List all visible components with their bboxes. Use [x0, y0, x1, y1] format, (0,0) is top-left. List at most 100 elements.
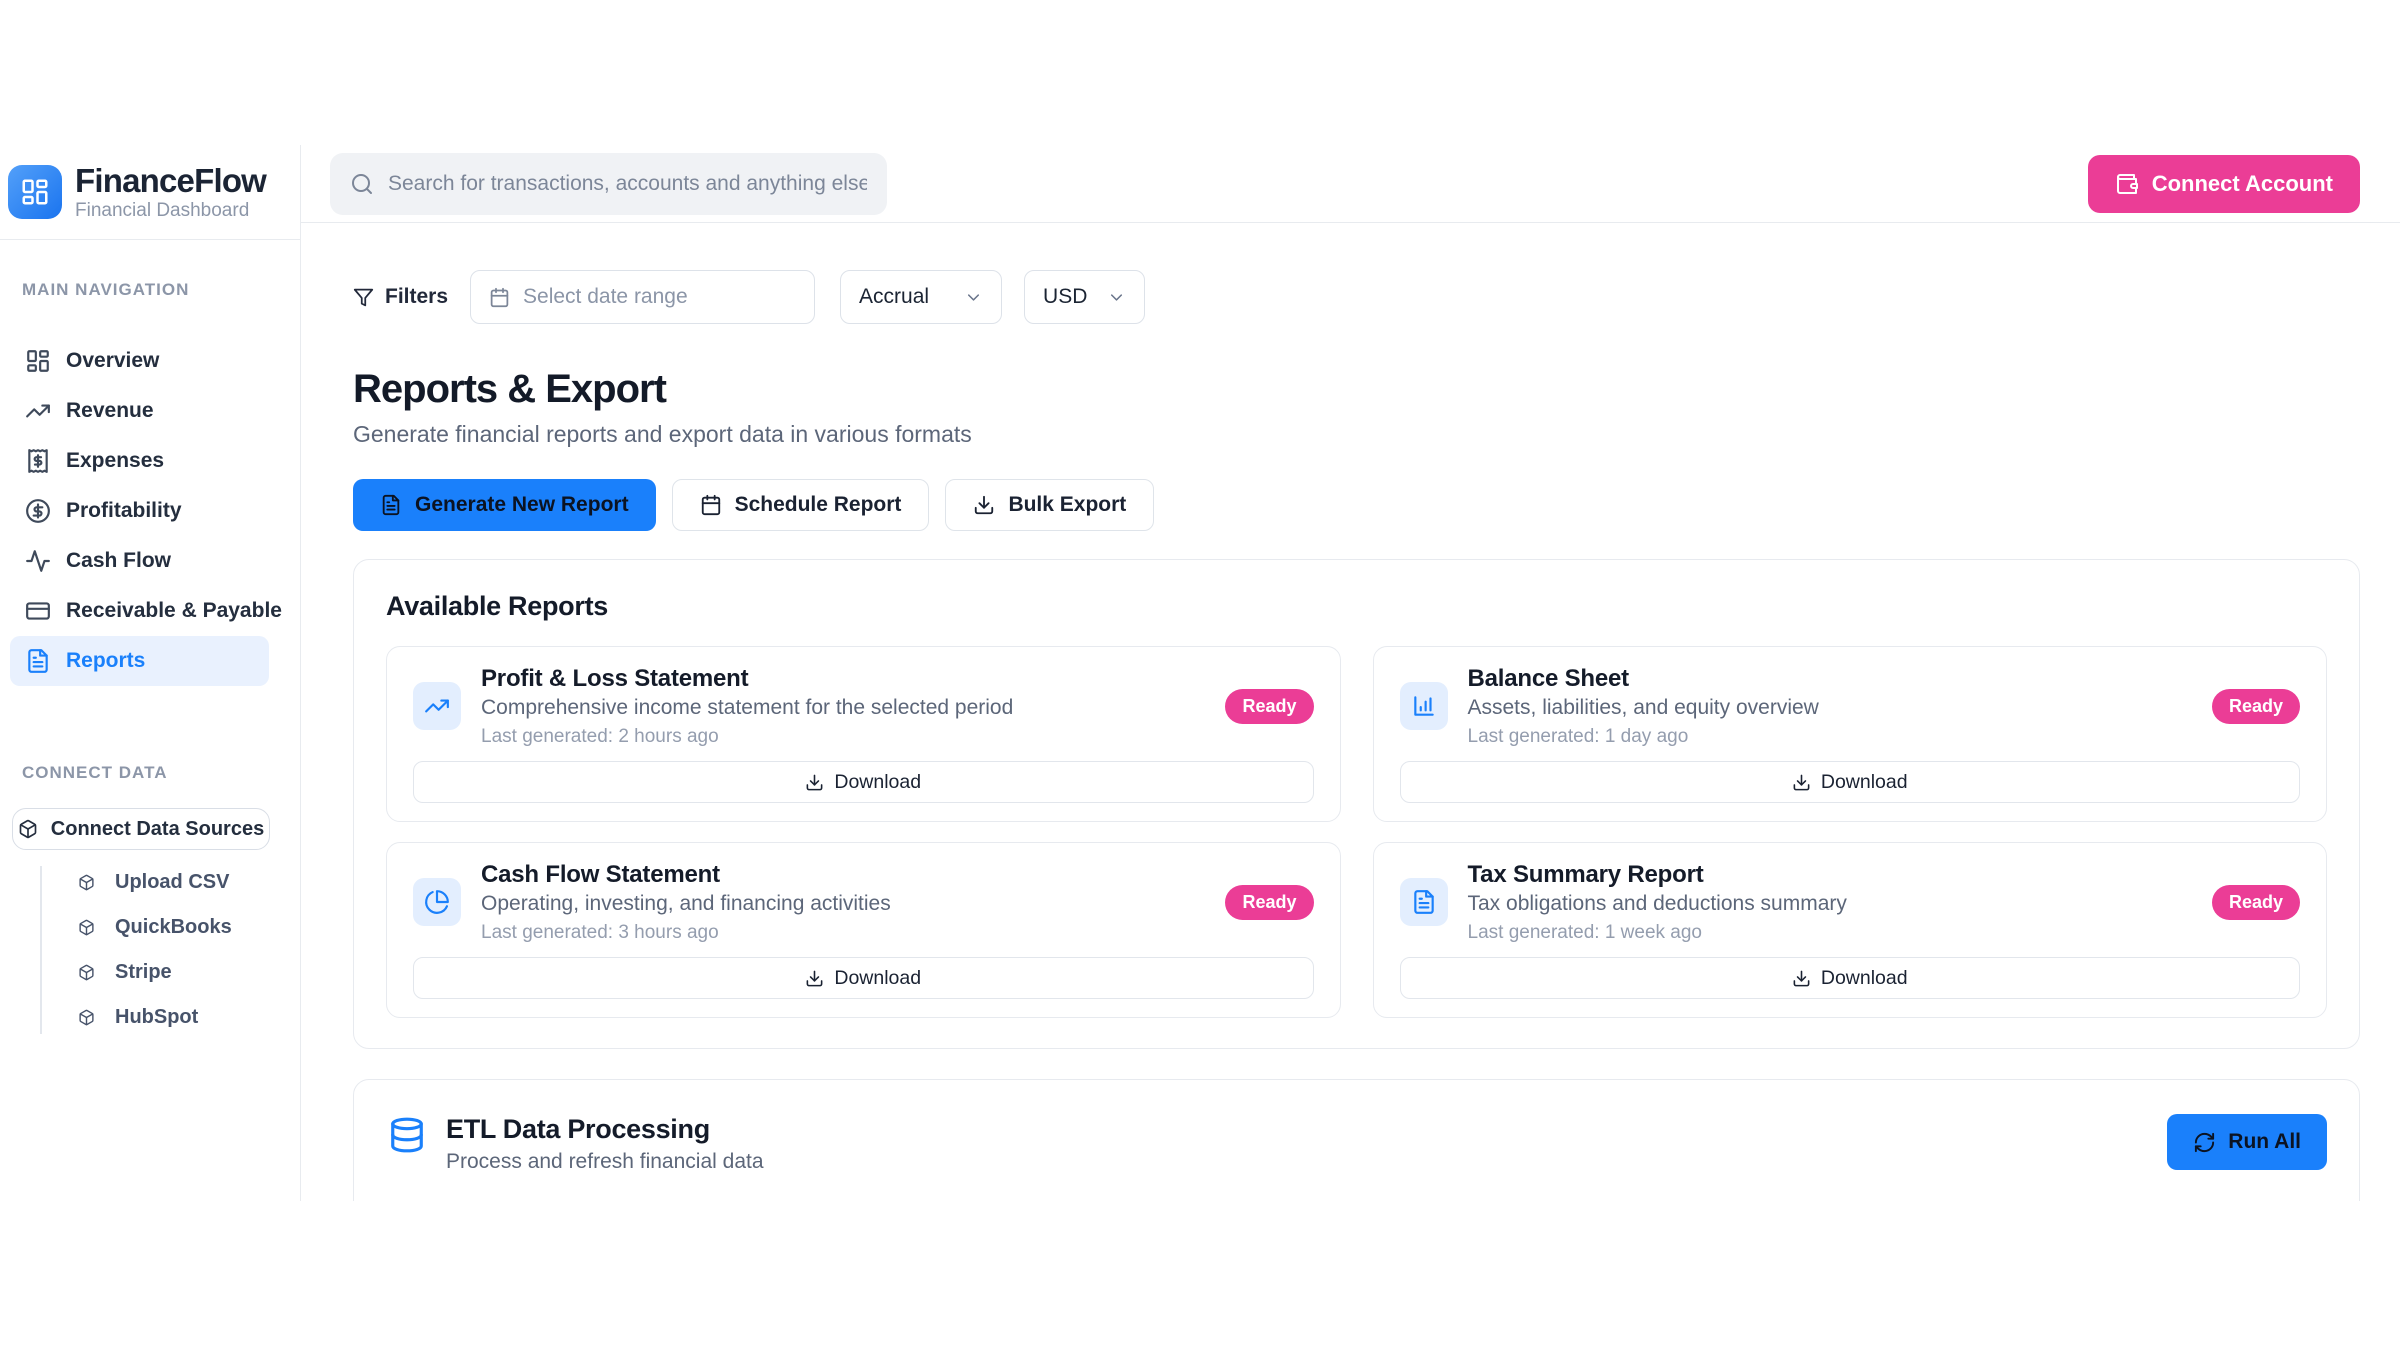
report-description: Tax obligations and deductions summary [1468, 892, 1847, 916]
trending-up-icon [25, 398, 51, 424]
connect-data-sources-button[interactable]: Connect Data Sources [12, 808, 270, 850]
package-icon [78, 874, 95, 891]
layout-dashboard-icon [25, 348, 51, 374]
sidebar-item-label: Profitability [66, 499, 182, 523]
top-bar: Connect Account [301, 145, 2400, 223]
source-item-hubspot[interactable]: HubSpot [0, 995, 300, 1040]
sidebar-item-cash-flow[interactable]: Cash Flow [10, 536, 269, 586]
run-all-button[interactable]: Run All [2167, 1114, 2327, 1170]
app-logo-icon [8, 165, 62, 219]
content: Filters Accrual USD Reports & Export Gen… [301, 270, 2400, 1201]
app-tagline: Financial Dashboard [75, 200, 266, 222]
activity-icon [25, 548, 51, 574]
report-card-cash-flow: Cash Flow Statement Operating, investing… [386, 842, 1341, 1018]
sidebar-item-label: Revenue [66, 399, 154, 423]
currency-select[interactable]: USD [1024, 270, 1145, 324]
date-range-field[interactable] [470, 270, 815, 324]
download-button[interactable]: Download [1400, 957, 2301, 999]
receipt-icon [25, 448, 51, 474]
sidebar-item-label: Receivable & Payable [66, 599, 282, 623]
circle-dollar-icon [25, 498, 51, 524]
sidebar-item-reports[interactable]: Reports [10, 636, 269, 686]
report-card-tax-summary: Tax Summary Report Tax obligations and d… [1373, 842, 2328, 1018]
sidebar-item-label: Overview [66, 349, 159, 373]
trending-up-icon [413, 682, 461, 730]
card-header: Balance Sheet Assets, liabilities, and e… [1400, 665, 2301, 747]
bar-chart-icon [1400, 682, 1448, 730]
filters-head: Filters [353, 285, 448, 309]
etl-panel: ETL Data Processing Process and refresh … [353, 1079, 2360, 1201]
download-button[interactable]: Download [1400, 761, 2301, 803]
report-title: Cash Flow Statement [481, 861, 891, 888]
available-reports-title: Available Reports [386, 590, 2327, 622]
report-last-generated: Last generated: 1 week ago [1468, 922, 1847, 943]
download-icon [1792, 969, 1811, 988]
etl-title: ETL Data Processing [446, 1114, 764, 1144]
source-item-stripe[interactable]: Stripe [0, 950, 300, 995]
report-actions: Generate New Report Schedule Report Bulk… [353, 479, 2360, 531]
credit-card-icon [25, 598, 51, 624]
download-icon [1792, 773, 1811, 792]
schedule-report-label: Schedule Report [735, 493, 902, 517]
report-last-generated: Last generated: 1 day ago [1468, 726, 1819, 747]
source-item-upload-csv[interactable]: Upload CSV [0, 860, 300, 905]
refresh-icon [2193, 1131, 2216, 1154]
schedule-report-button[interactable]: Schedule Report [672, 479, 930, 531]
app-window: FinanceFlow Financial Dashboard MAIN NAV… [0, 145, 2400, 1201]
sidebar-item-label: Expenses [66, 449, 164, 473]
chevron-down-icon [964, 288, 983, 307]
report-description: Assets, liabilities, and equity overview [1468, 696, 1819, 720]
download-icon [805, 969, 824, 988]
sidebar-item-profitability[interactable]: Profitability [10, 486, 269, 536]
generate-new-report-button[interactable]: Generate New Report [353, 479, 656, 531]
report-description: Comprehensive income statement for the s… [481, 696, 1013, 720]
card-header: Cash Flow Statement Operating, investing… [413, 861, 1314, 943]
sidebar-item-revenue[interactable]: Revenue [10, 386, 269, 436]
source-item-label: Stripe [115, 961, 172, 984]
bulk-export-button[interactable]: Bulk Export [945, 479, 1154, 531]
calendar-icon [700, 494, 722, 516]
data-source-list: Upload CSV QuickBooks Stripe HubSpot [0, 860, 300, 1040]
brand-text: FinanceFlow Financial Dashboard [75, 163, 266, 222]
filters-label: Filters [385, 285, 448, 309]
download-label: Download [1821, 967, 1908, 990]
connect-account-button[interactable]: Connect Account [2088, 155, 2360, 213]
status-badge: Ready [1225, 689, 1313, 724]
pie-chart-icon [413, 878, 461, 926]
calendar-icon [489, 287, 510, 308]
download-button[interactable]: Download [413, 761, 1314, 803]
card-header: Tax Summary Report Tax obligations and d… [1400, 861, 2301, 943]
date-range-input[interactable] [523, 285, 796, 309]
etl-subtitle: Process and refresh financial data [446, 1149, 764, 1175]
sidebar-item-overview[interactable]: Overview [10, 336, 269, 386]
status-badge: Ready [1225, 885, 1313, 920]
page-subtitle: Generate financial reports and export da… [353, 421, 2360, 448]
sidebar-item-label: Reports [66, 649, 145, 673]
download-label: Download [834, 967, 921, 990]
sidebar-item-receivable-payable[interactable]: Receivable & Payable [10, 586, 269, 636]
filters-row: Filters Accrual USD [353, 270, 2360, 324]
run-all-label: Run All [2228, 1130, 2301, 1154]
brand: FinanceFlow Financial Dashboard [0, 145, 300, 240]
search-input[interactable] [330, 153, 887, 215]
source-item-label: Upload CSV [115, 871, 229, 894]
download-button[interactable]: Download [413, 957, 1314, 999]
source-item-label: HubSpot [115, 1006, 198, 1029]
database-icon [388, 1116, 426, 1154]
sidebar-item-expenses[interactable]: Expenses [10, 436, 269, 486]
filter-funnel-icon [353, 287, 374, 308]
report-description: Operating, investing, and financing acti… [481, 892, 891, 916]
wallet-icon [2115, 172, 2139, 196]
main-nav-section-label: MAIN NAVIGATION [0, 280, 300, 300]
file-text-icon [380, 494, 402, 516]
card-header: Profit & Loss Statement Comprehensive in… [413, 665, 1314, 747]
download-icon [973, 494, 995, 516]
app-title: FinanceFlow [75, 163, 266, 199]
report-title: Profit & Loss Statement [481, 665, 1013, 692]
file-text-icon [1400, 878, 1448, 926]
download-label: Download [1821, 771, 1908, 794]
source-item-quickbooks[interactable]: QuickBooks [0, 905, 300, 950]
sidebar: FinanceFlow Financial Dashboard MAIN NAV… [0, 145, 301, 1201]
accounting-basis-select[interactable]: Accrual [840, 270, 1002, 324]
card-text: Tax Summary Report Tax obligations and d… [1468, 861, 1847, 943]
